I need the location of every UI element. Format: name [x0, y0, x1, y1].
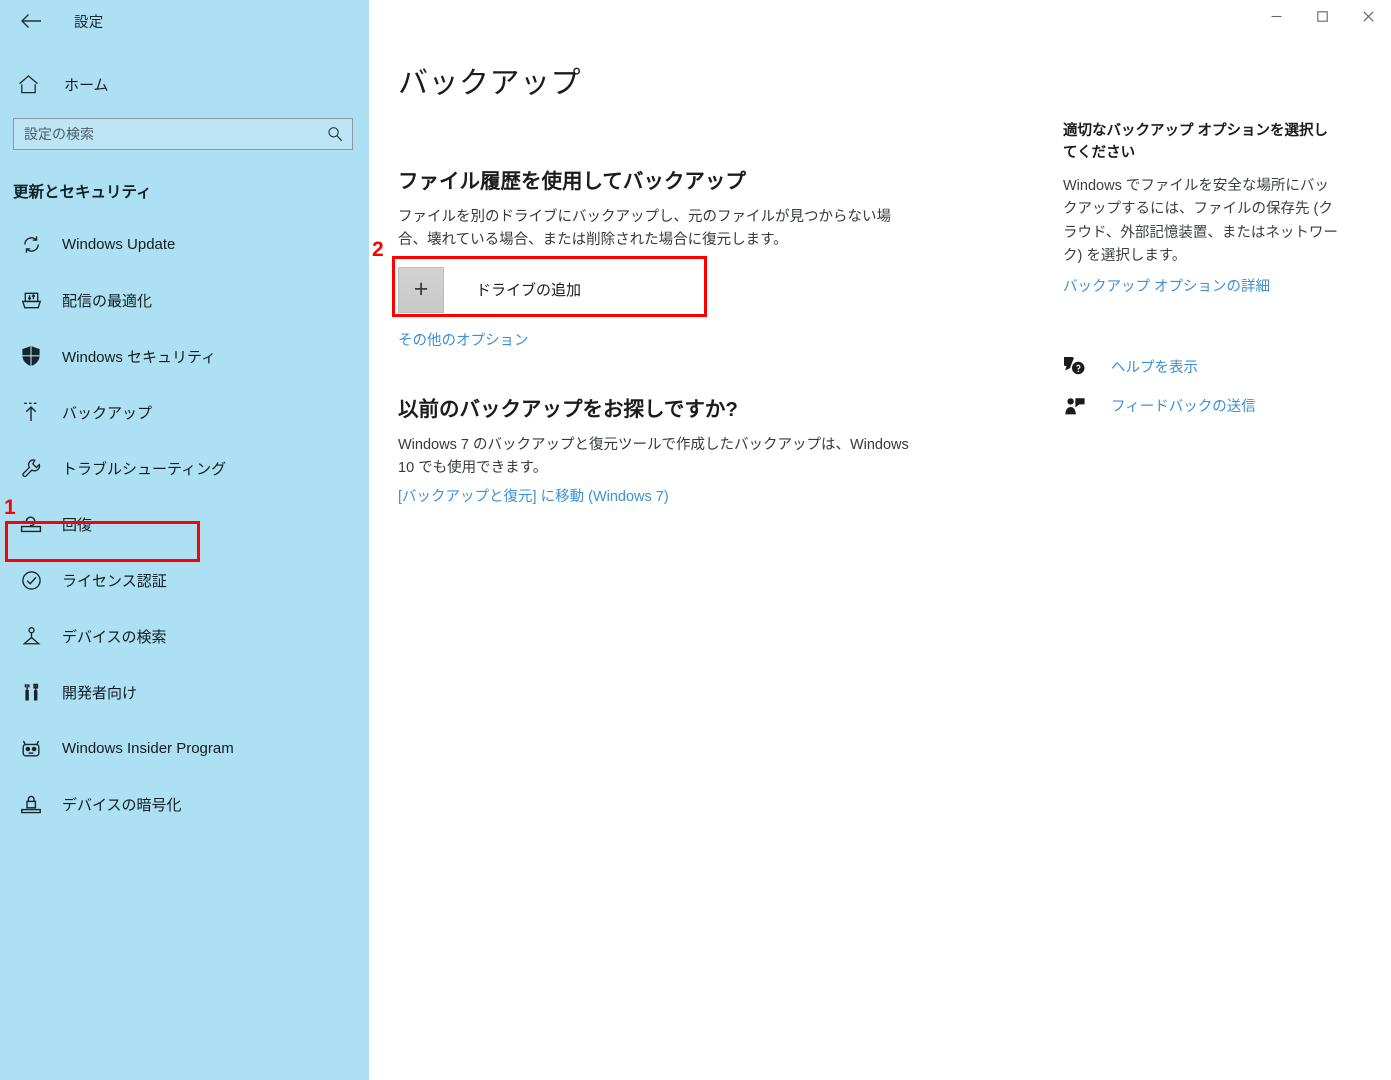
right-rail: 適切なバックアップ オプションを選択してください Windows でファイルを安…: [1063, 42, 1363, 506]
settings-main: バックアップ ファイル履歴を使用してバックアップ ファイルを別のドライブにバック…: [369, 0, 1391, 1080]
sidebar-item-label: デバイスの暗号化: [62, 796, 182, 814]
annotation-badge-1: 1: [4, 496, 16, 519]
sidebar-titlebar: 設定: [0, 0, 369, 42]
older-backup-heading: 以前のバックアップをお探しですか?: [398, 397, 738, 421]
window-controls: [369, 0, 1391, 42]
sidebar-item-label: Windows Insider Program: [62, 739, 234, 757]
feedback-person-icon: [1063, 395, 1087, 417]
settings-window: 設定 ホーム 更新とセキュリティ: [0, 0, 1391, 1080]
sidebar-item-troubleshoot[interactable]: トラブルシューティング: [0, 440, 369, 496]
sidebar-item-windows-update[interactable]: Windows Update: [0, 216, 369, 272]
sidebar-item-activation[interactable]: ライセンス認証: [0, 552, 369, 608]
sidebar-nav: Windows Update 配信の最適化 Windows セキュリティ バック…: [0, 216, 369, 832]
get-help-action[interactable]: ヘルプを表示: [1063, 356, 1363, 378]
sidebar-item-label: トラブルシューティング: [62, 460, 227, 478]
file-history-description: ファイルを別のドライブにバックアップし、元のファイルが見つからない場合、壊れてい…: [398, 209, 891, 249]
check-circle-icon: [18, 567, 44, 593]
sync-icon: [18, 231, 44, 257]
maximize-button[interactable]: [1299, 0, 1345, 32]
sidebar-item-device-encryption[interactable]: デバイスの暗号化: [0, 776, 369, 832]
sidebar-item-home-label: ホーム: [64, 76, 109, 94]
sidebar-item-windows-insider[interactable]: Windows Insider Program: [0, 720, 369, 776]
backup-options-details-link[interactable]: バックアップ オプションの詳細: [1063, 275, 1270, 296]
sidebar-item-for-developers[interactable]: 開発者向け: [0, 664, 369, 720]
sidebar-item-label: 開発者向け: [62, 684, 138, 702]
add-drive-button[interactable]: + ドライブの追加: [398, 265, 698, 315]
find-device-icon: [18, 623, 44, 649]
older-backup-description: Windows 7 のバックアップと復元ツールで作成したバックアップは、Wind…: [398, 436, 909, 477]
sidebar-item-label: Windows Update: [62, 235, 176, 253]
sidebar-item-label: Windows セキュリティ: [62, 348, 217, 366]
sidebar-item-windows-security[interactable]: Windows セキュリティ: [0, 328, 369, 384]
page-title: バックアップ: [398, 67, 581, 100]
send-feedback-action[interactable]: フィードバックの送信: [1063, 395, 1363, 417]
sidebar-item-find-my-device[interactable]: デバイスの検索: [0, 608, 369, 664]
device-encryption-lock-icon: [18, 791, 44, 817]
plus-icon: +: [398, 266, 444, 313]
sidebar-section-heading: 更新とセキュリティ: [13, 184, 152, 201]
settings-sidebar: 設定 ホーム 更新とセキュリティ: [0, 0, 369, 1080]
sidebar-item-label: 回復: [62, 516, 93, 534]
app-title: 設定: [74, 14, 104, 31]
get-help-label[interactable]: ヘルプを表示: [1111, 356, 1198, 377]
sidebar-item-label: 配信の最適化: [62, 292, 153, 310]
close-button[interactable]: [1345, 0, 1391, 32]
rail-body: Windows でファイルを安全な場所にバックアップするには、ファイルの保存先 …: [1063, 177, 1338, 265]
annotation-badge-2: 2: [372, 238, 384, 261]
sidebar-item-delivery-optimization[interactable]: 配信の最適化: [0, 272, 369, 328]
recovery-icon: [18, 511, 44, 537]
search-box[interactable]: [13, 118, 353, 150]
minimize-button[interactable]: [1253, 0, 1299, 32]
developer-tools-icon: [18, 679, 44, 705]
rail-title: 適切なバックアップ オプションを選択してください: [1063, 123, 1329, 162]
main-content: バックアップ ファイル履歴を使用してバックアップ ファイルを別のドライブにバック…: [369, 42, 1391, 506]
sidebar-item-label: バックアップ: [62, 404, 153, 422]
more-options-link[interactable]: その他のオプション: [398, 329, 529, 350]
file-history-heading: ファイル履歴を使用してバックアップ: [398, 170, 746, 193]
home-icon: [18, 74, 48, 94]
search-input[interactable]: [24, 126, 326, 142]
wrench-icon: [18, 455, 44, 481]
sidebar-item-label: デバイスの検索: [62, 628, 167, 646]
shield-icon: [18, 343, 44, 369]
search-icon[interactable]: [326, 125, 344, 143]
send-feedback-label[interactable]: フィードバックの送信: [1111, 395, 1256, 416]
upload-arrow-icon: [18, 399, 44, 425]
insider-cat-icon: [18, 735, 44, 761]
sidebar-item-recovery[interactable]: 回復: [0, 496, 369, 552]
rail-actions: ヘルプを表示 フィードバックの送信: [1063, 356, 1363, 417]
delivery-optimization-icon: [18, 287, 44, 313]
add-drive-label: ドライブの追加: [476, 282, 582, 300]
sidebar-item-home[interactable]: ホーム: [0, 64, 369, 104]
help-question-bubble-icon: [1063, 356, 1087, 378]
sidebar-item-backup[interactable]: バックアップ: [0, 384, 369, 440]
content-column: バックアップ ファイル履歴を使用してバックアップ ファイルを別のドライブにバック…: [369, 42, 1059, 506]
sidebar-item-label: ライセンス認証: [62, 572, 167, 590]
backup-restore-windows7-link[interactable]: [バックアップと復元] に移動 (Windows 7): [398, 485, 669, 506]
back-arrow-icon[interactable]: [14, 6, 48, 36]
